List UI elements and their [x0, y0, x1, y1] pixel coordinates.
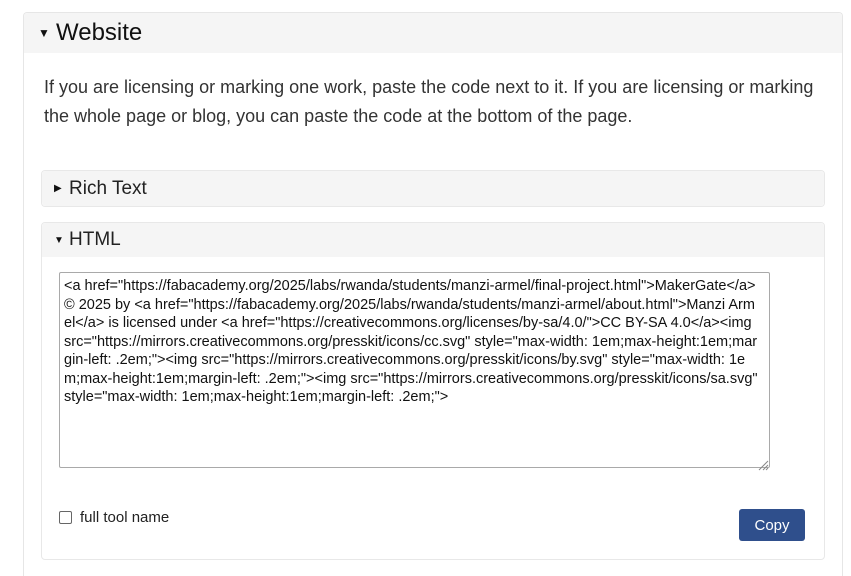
- resize-grip-icon[interactable]: [757, 459, 769, 471]
- full-tool-name-label: full tool name: [80, 509, 170, 526]
- copy-button[interactable]: Copy: [739, 509, 805, 541]
- caret-down-icon: ▼: [54, 234, 64, 246]
- website-header[interactable]: ▼ Website: [24, 13, 842, 53]
- html-panel: ▼ HTML <a href="https://fabacademy.org/2…: [41, 222, 825, 560]
- full-tool-name-option[interactable]: full tool name: [59, 509, 169, 526]
- html-title: HTML: [69, 229, 121, 250]
- full-tool-name-checkbox[interactable]: [59, 511, 72, 524]
- rich-text-title: Rich Text: [69, 177, 147, 199]
- html-code-textarea[interactable]: <a href="https://fabacademy.org/2025/lab…: [59, 272, 770, 468]
- website-panel: ▼ Website If you are licensing or markin…: [23, 12, 843, 576]
- rich-text-panel: ▶ Rich Text: [41, 170, 825, 207]
- caret-right-icon: ▶: [54, 183, 62, 194]
- website-title: Website: [56, 19, 143, 46]
- rich-text-header[interactable]: ▶ Rich Text: [42, 171, 824, 206]
- html-header[interactable]: ▼ HTML: [42, 223, 824, 257]
- caret-down-icon: ▼: [38, 26, 50, 40]
- intro-text: If you are licensing or marking one work…: [44, 77, 814, 126]
